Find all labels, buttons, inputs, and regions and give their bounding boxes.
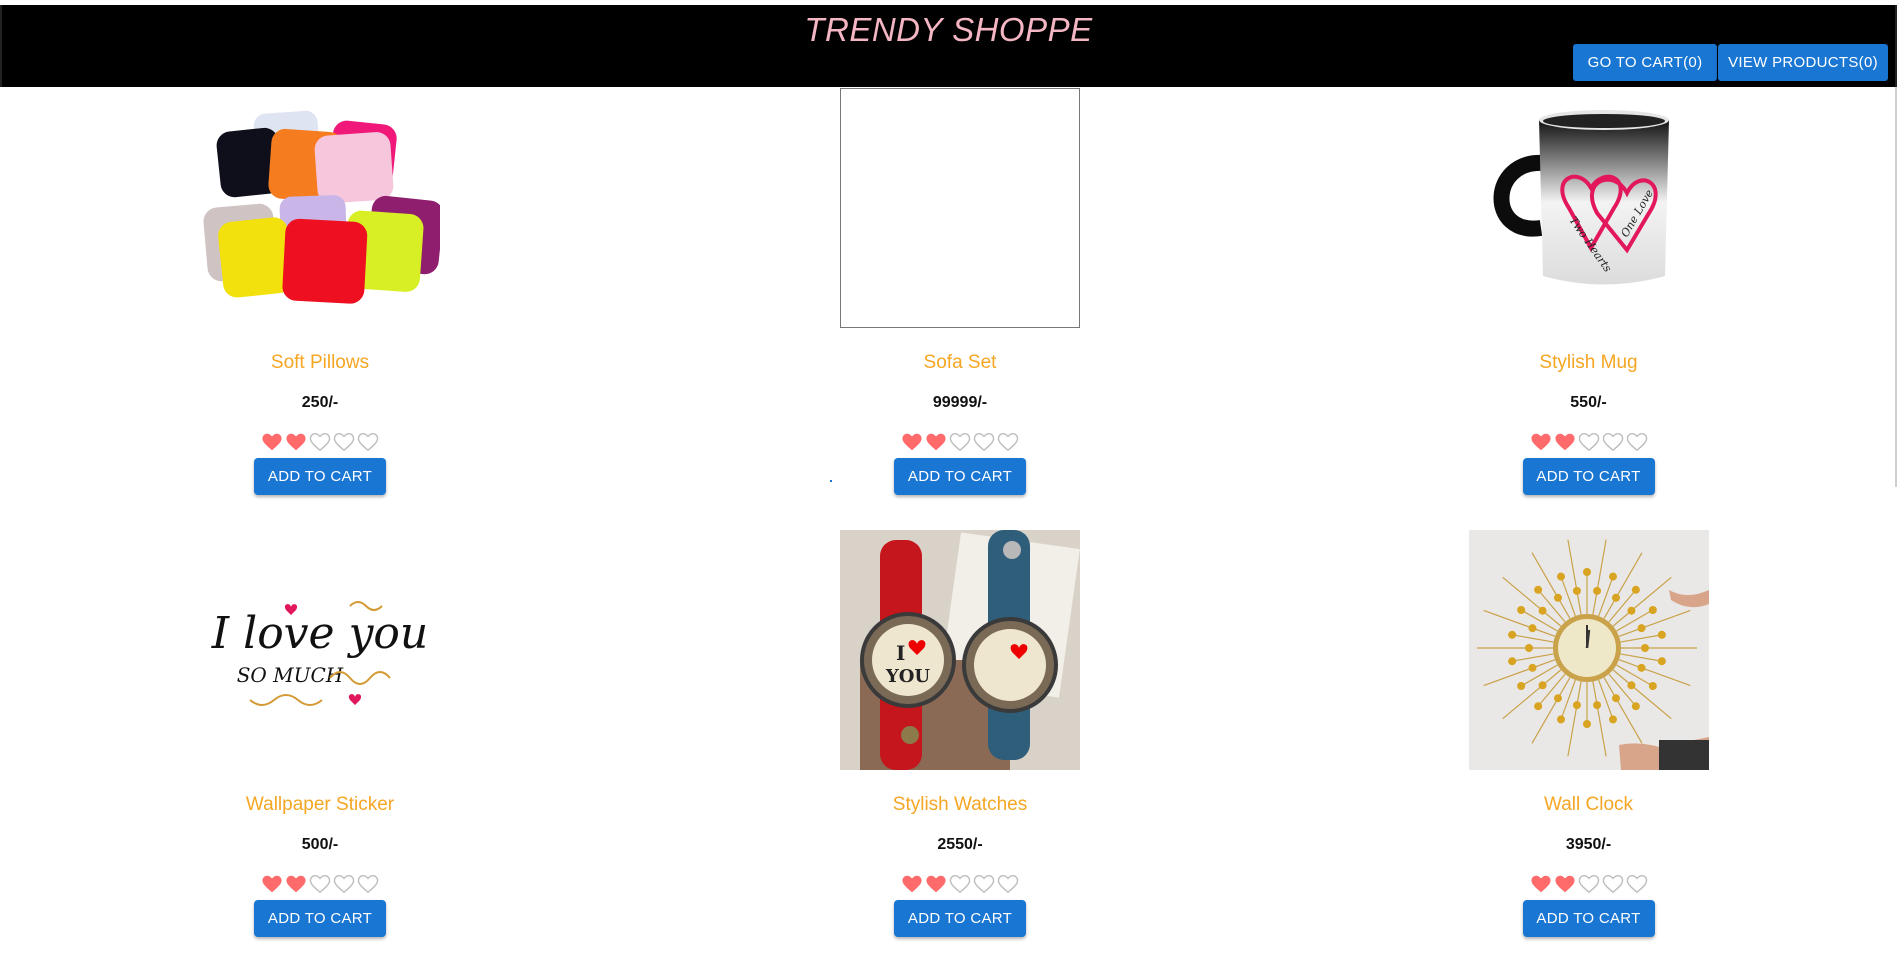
product-image-clock bbox=[1468, 530, 1709, 770]
add-to-cart-button[interactable]: ADD TO CART bbox=[1522, 458, 1655, 495]
heart-empty-icon[interactable] bbox=[357, 874, 379, 894]
heart-filled-icon[interactable] bbox=[1530, 432, 1552, 452]
header-bar: TRENDY SHOPPE GO TO CART(0) VIEW PRODUCT… bbox=[0, 5, 1897, 87]
product-image-sticker: I love you SO MUCH bbox=[200, 530, 440, 770]
add-to-cart-button[interactable]: ADD TO CART bbox=[1522, 900, 1655, 937]
star-rating[interactable] bbox=[901, 874, 1019, 896]
product-card: Sofa Set 99999/- ADD TO CART bbox=[640, 87, 1280, 529]
product-price: 2550/- bbox=[937, 836, 983, 853]
product-name: Wallpaper Sticker bbox=[245, 794, 395, 815]
watch-text-line2: YOU bbox=[885, 666, 931, 687]
add-to-cart-button[interactable]: ADD TO CART bbox=[894, 458, 1026, 495]
heart-empty-icon[interactable] bbox=[1626, 432, 1648, 452]
add-to-cart-button[interactable]: ADD TO CART bbox=[894, 900, 1026, 937]
product-image-mug: Two Hearts One Love bbox=[1469, 88, 1709, 328]
product-price: 3950/- bbox=[1565, 836, 1612, 853]
heart-empty-icon[interactable] bbox=[333, 874, 355, 894]
heart-empty-icon[interactable] bbox=[1602, 432, 1624, 452]
heart-filled-icon[interactable] bbox=[261, 874, 283, 894]
product-card: Soft Pillows 250/- ADD TO CART bbox=[0, 87, 640, 529]
stray-dot bbox=[830, 480, 832, 482]
product-grid: Soft Pillows 250/- ADD TO CART Sofa Set … bbox=[0, 87, 1897, 971]
heart-filled-icon[interactable] bbox=[285, 432, 307, 452]
product-name: Stylish Mug bbox=[1539, 352, 1638, 373]
heart-filled-icon[interactable] bbox=[1554, 874, 1576, 894]
heart-filled-icon[interactable] bbox=[925, 874, 947, 894]
heart-empty-icon[interactable] bbox=[1578, 874, 1600, 894]
product-name: Wall Clock bbox=[1543, 794, 1634, 815]
product-image-pillows bbox=[200, 88, 440, 328]
product-price: 500/- bbox=[301, 836, 339, 853]
heart-empty-icon[interactable] bbox=[309, 432, 331, 452]
watch-text-line1: I bbox=[896, 641, 905, 665]
product-price: 250/- bbox=[301, 394, 339, 411]
heart-empty-icon[interactable] bbox=[333, 432, 355, 452]
product-card: I love you SO MUCH Wallpaper Sticker 500… bbox=[0, 529, 640, 971]
heart-empty-icon[interactable] bbox=[1626, 874, 1648, 894]
add-to-cart-button[interactable]: ADD TO CART bbox=[254, 458, 386, 495]
clock-image bbox=[1468, 530, 1709, 770]
heart-empty-icon[interactable] bbox=[309, 874, 331, 894]
heart-empty-icon[interactable] bbox=[949, 432, 971, 452]
heart-empty-icon[interactable] bbox=[357, 432, 379, 452]
product-name: Sofa Set bbox=[923, 352, 997, 373]
star-rating[interactable] bbox=[901, 432, 1019, 454]
heart-empty-icon[interactable] bbox=[949, 874, 971, 894]
watches-image: I YOU bbox=[840, 530, 1080, 770]
sticker-text-line1: I love you bbox=[211, 608, 429, 659]
product-card: I YOU Stylish Watches 2550/- ADD TO CART bbox=[640, 529, 1280, 971]
star-rating[interactable] bbox=[1530, 432, 1648, 454]
heart-empty-icon[interactable] bbox=[1578, 432, 1600, 452]
star-rating[interactable] bbox=[261, 432, 379, 454]
product-card: Two Hearts One Love Stylish Mug 550/- AD… bbox=[1280, 87, 1897, 529]
add-to-cart-button[interactable]: ADD TO CART bbox=[254, 900, 386, 937]
product-name: Stylish Watches bbox=[892, 794, 1028, 815]
mug-image: Two Hearts One Love bbox=[1493, 110, 1669, 285]
sticker-text-line2: SO MUCH bbox=[237, 663, 344, 687]
heart-empty-icon[interactable] bbox=[973, 432, 995, 452]
heart-empty-icon[interactable] bbox=[997, 874, 1019, 894]
view-products-button[interactable]: VIEW PRODUCTS(0) bbox=[1718, 44, 1888, 81]
pillows-image bbox=[203, 110, 440, 304]
product-card: Wall Clock 3950/- ADD TO CART bbox=[1280, 529, 1897, 971]
sticker-image: I love you SO MUCH bbox=[211, 601, 429, 706]
product-image-placeholder bbox=[840, 88, 1080, 328]
product-name: Soft Pillows bbox=[270, 352, 370, 373]
heart-filled-icon[interactable] bbox=[901, 432, 923, 452]
heart-empty-icon[interactable] bbox=[1602, 874, 1624, 894]
heart-empty-icon[interactable] bbox=[997, 432, 1019, 452]
go-to-cart-button[interactable]: GO TO CART(0) bbox=[1573, 44, 1717, 81]
heart-empty-icon[interactable] bbox=[973, 874, 995, 894]
product-price: 550/- bbox=[1570, 394, 1607, 411]
product-price: 99999/- bbox=[932, 394, 988, 411]
product-image-watches: I YOU bbox=[840, 530, 1080, 770]
heart-filled-icon[interactable] bbox=[925, 432, 947, 452]
heart-filled-icon[interactable] bbox=[285, 874, 307, 894]
heart-filled-icon[interactable] bbox=[1530, 874, 1552, 894]
heart-filled-icon[interactable] bbox=[1554, 432, 1576, 452]
heart-filled-icon[interactable] bbox=[261, 432, 283, 452]
star-rating[interactable] bbox=[1530, 874, 1648, 896]
star-rating[interactable] bbox=[261, 874, 379, 896]
heart-filled-icon[interactable] bbox=[901, 874, 923, 894]
